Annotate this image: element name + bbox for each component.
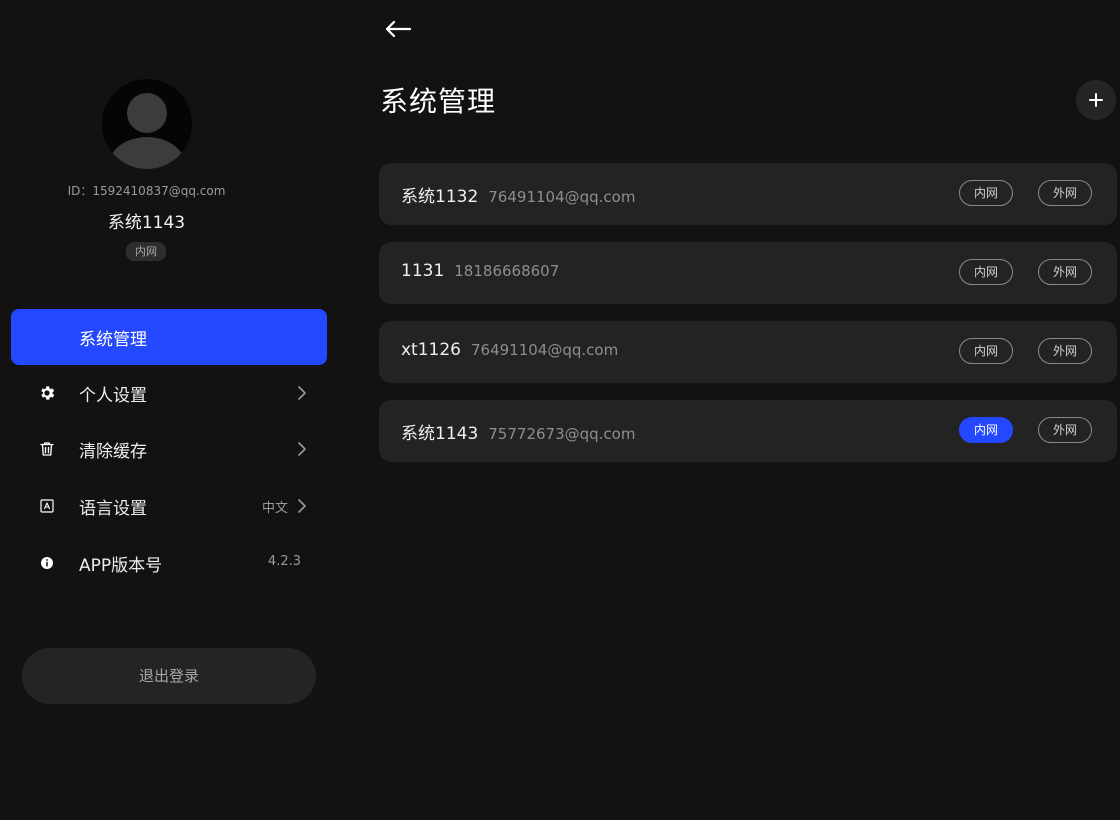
system-name: 系统1143 — [401, 424, 479, 444]
extranet-button[interactable]: 外网 — [1038, 180, 1092, 206]
chevron-right-icon — [298, 499, 306, 513]
sidebar-item-language-settings[interactable]: 语言设置 中文 — [11, 478, 327, 534]
system-name: xt1126 — [401, 340, 461, 360]
app-window: ID：1592410837@qq.com 系统1143 内网 系统管理 个人设置… — [0, 0, 1120, 820]
list-item[interactable]: 系统1143 75772673@qq.com 内网 外网 — [379, 400, 1117, 462]
app-version-value: 4.2.3 — [267, 554, 301, 569]
intranet-button[interactable]: 内网 — [959, 338, 1013, 364]
sidebar-item-personal-settings[interactable]: 个人设置 — [11, 365, 327, 421]
intranet-button[interactable]: 内网 — [959, 259, 1013, 285]
system-name-line: xt1126 76491104@qq.com — [401, 340, 618, 360]
sidebar-item-label: 系统管理 — [79, 330, 147, 350]
sidebar-item-label: 清除缓存 — [79, 442, 147, 462]
info-icon — [41, 557, 53, 569]
list-item[interactable]: 1131 18186668607 内网 外网 — [379, 242, 1117, 304]
system-contact: 76491104@qq.com — [471, 341, 619, 359]
chevron-right-icon — [298, 386, 306, 400]
back-arrow-icon[interactable] — [384, 18, 412, 40]
system-name-line: 系统1132 76491104@qq.com — [401, 182, 635, 207]
extranet-button[interactable]: 外网 — [1038, 338, 1092, 364]
gear-icon — [41, 386, 55, 400]
list-item[interactable]: xt1126 76491104@qq.com 内网 外网 — [379, 321, 1117, 383]
system-contact: 18186668607 — [454, 262, 560, 280]
avatar-head-shape — [127, 93, 167, 133]
trash-icon — [40, 442, 54, 456]
avatar[interactable] — [102, 79, 192, 169]
language-icon — [40, 499, 54, 513]
plus-icon — [1089, 93, 1103, 107]
add-system-button[interactable] — [1076, 80, 1116, 120]
sidebar-item-label: 语言设置 — [79, 499, 147, 519]
sidebar-item-clear-cache[interactable]: 清除缓存 — [11, 421, 327, 477]
system-name-line: 1131 18186668607 — [401, 261, 559, 281]
system-contact: 75772673@qq.com — [488, 425, 636, 443]
system-name-line: 系统1143 75772673@qq.com — [401, 419, 635, 444]
system-name: 1131 — [401, 261, 445, 281]
sidebar-item-label: 个人设置 — [79, 386, 147, 406]
sidebar-item-label: APP版本号 — [79, 556, 163, 576]
system-list: 系统1132 76491104@qq.com 内网 外网 1131 18186668… — [379, 163, 1117, 479]
network-badge: 内网 — [126, 242, 166, 261]
list-item[interactable]: 系统1132 76491104@qq.com 内网 外网 — [379, 163, 1117, 225]
system-contact: 76491104@qq.com — [488, 188, 636, 206]
user-name: 系统1143 — [107, 213, 186, 233]
logout-button[interactable]: 退出登录 — [22, 648, 316, 704]
extranet-button[interactable]: 外网 — [1038, 417, 1092, 443]
intranet-button[interactable]: 内网 — [959, 417, 1013, 443]
extranet-button[interactable]: 外网 — [1038, 259, 1092, 285]
avatar-body-shape — [108, 137, 186, 169]
sidebar-item-system-management[interactable]: 系统管理 — [11, 309, 327, 365]
user-id: ID：1592410837@qq.com — [67, 184, 226, 198]
intranet-button[interactable]: 内网 — [959, 180, 1013, 206]
sidebar-item-app-version: APP版本号 4.2.3 — [11, 535, 327, 591]
chevron-right-icon — [298, 442, 306, 456]
sidebar: ID：1592410837@qq.com 系统1143 内网 系统管理 个人设置… — [0, 0, 350, 820]
language-value: 中文 — [261, 501, 288, 516]
system-name: 系统1132 — [401, 187, 479, 207]
page-title: 系统管理 — [380, 85, 497, 118]
